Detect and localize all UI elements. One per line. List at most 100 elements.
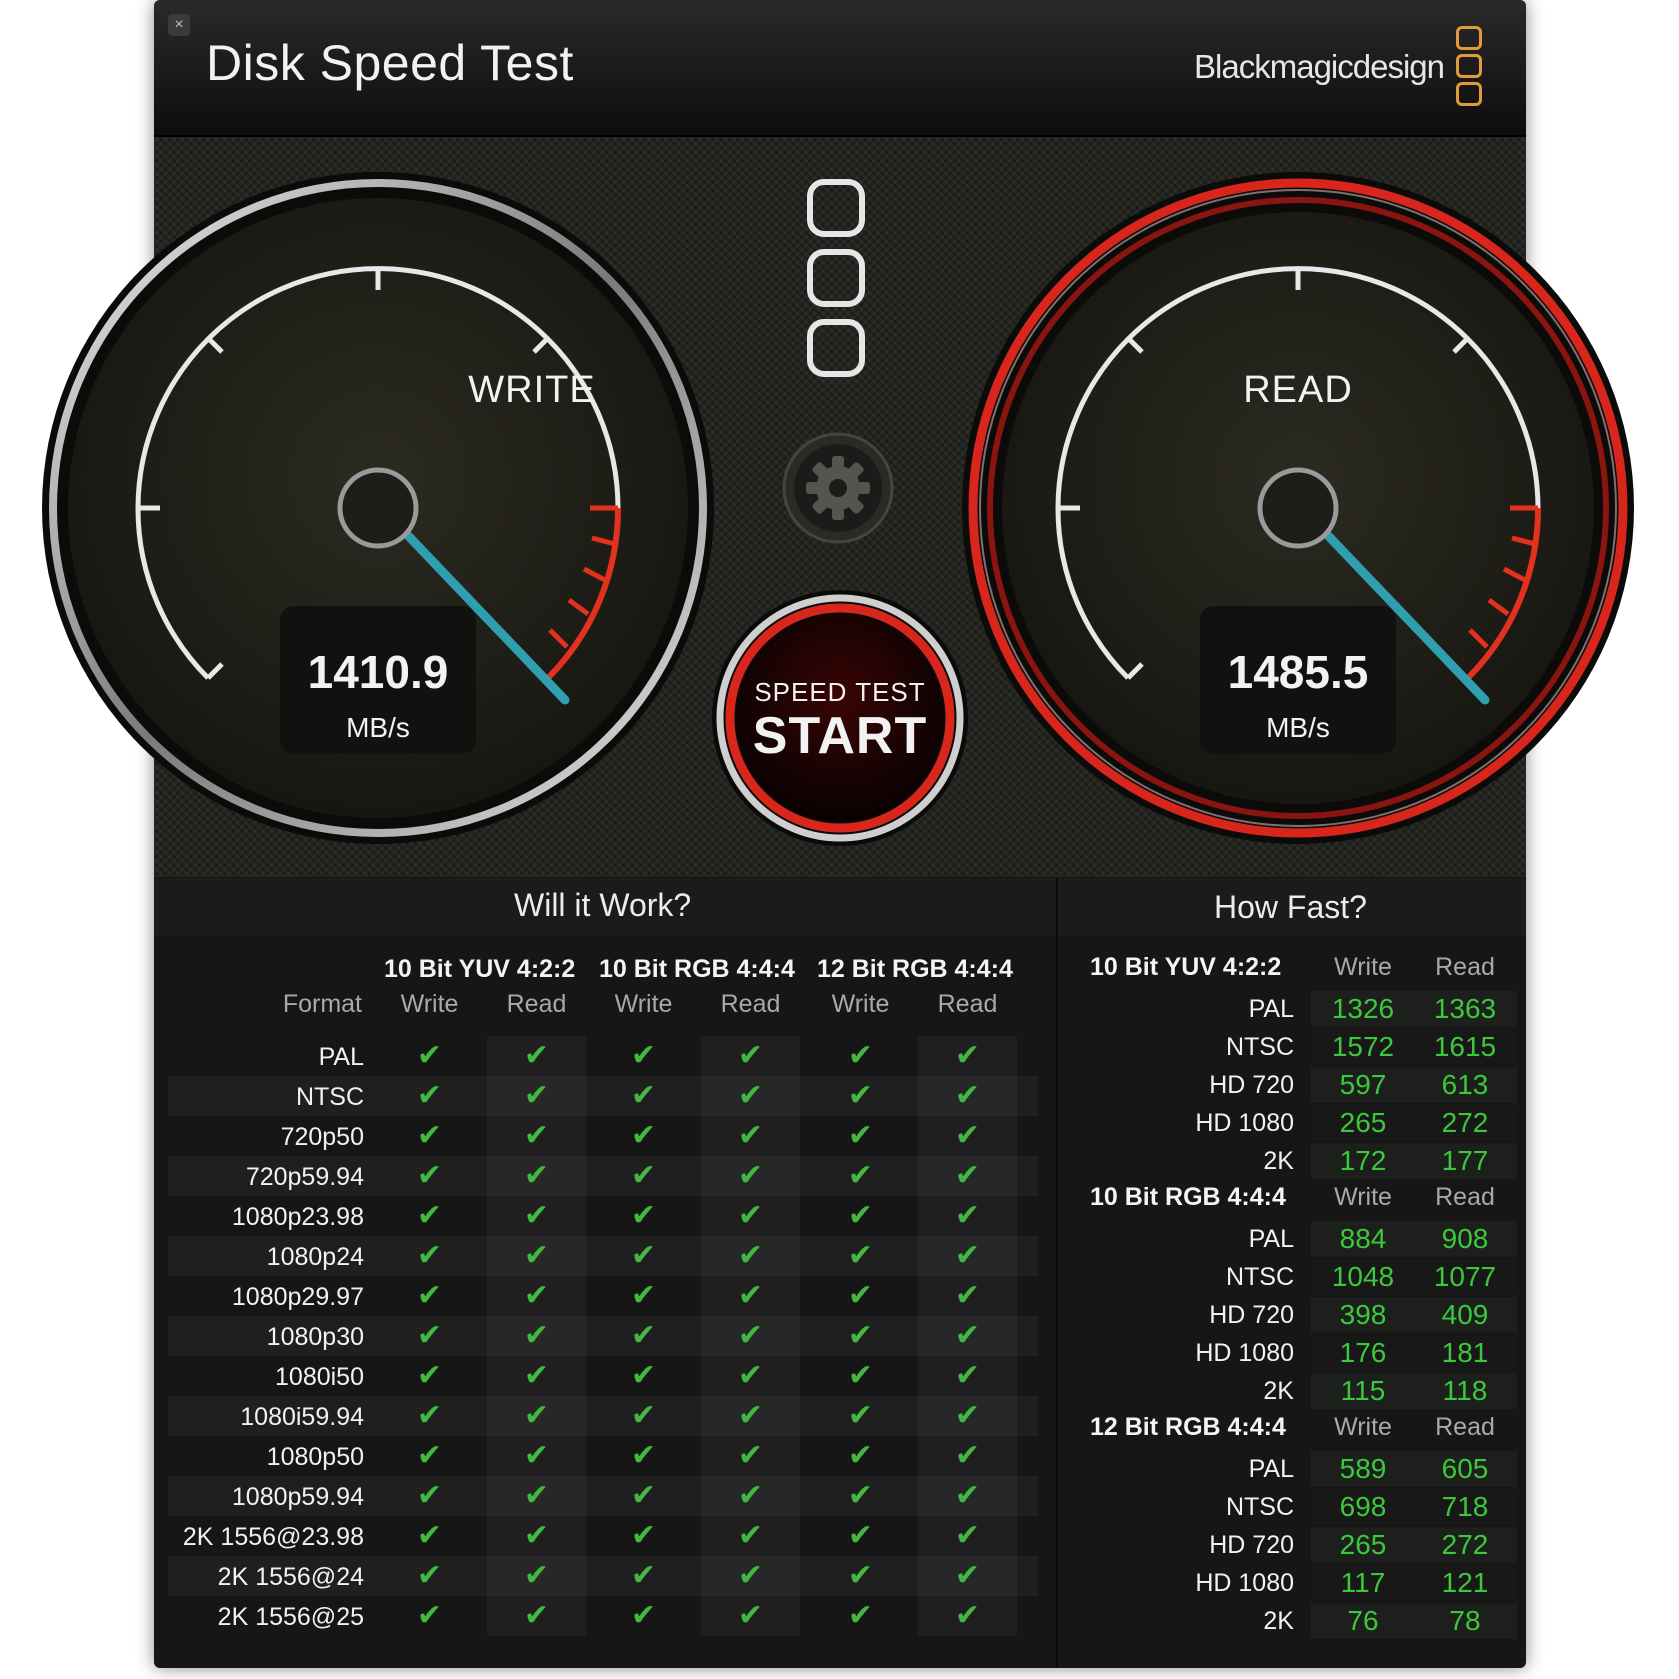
checkmark-icon: ✔: [847, 1359, 874, 1392]
format-label: 2K 1556@25: [217, 1603, 364, 1631]
how-fast-section-header: 12 Bit RGB 4:4:4: [1090, 1413, 1286, 1441]
checkmark-icon: ✔: [523, 1399, 550, 1432]
how-fast-read-header: Read: [1435, 953, 1495, 981]
checkmark-icon: ✔: [416, 1159, 443, 1192]
format-label: 1080p50: [266, 1443, 364, 1471]
write-gauge-label: WRITE: [468, 369, 596, 411]
how-fast-read-header: Read: [1435, 1413, 1495, 1441]
read-speed-cell: 718: [1441, 1491, 1489, 1522]
checkmark-icon: ✔: [416, 1599, 443, 1632]
checkmark-icon: ✔: [954, 1359, 981, 1392]
checkmark-icon: ✔: [737, 1159, 764, 1192]
checkmark-icon: ✔: [416, 1079, 443, 1112]
checkmark-icon: ✔: [523, 1239, 550, 1272]
write-speed-cell: 398: [1339, 1299, 1387, 1330]
checkmark-icon: ✔: [523, 1519, 550, 1552]
start-button[interactable]: SPEED TEST START: [736, 614, 944, 822]
checkmark-icon: ✔: [630, 1519, 657, 1552]
checkmark-icon: ✔: [523, 1479, 550, 1512]
settings-button[interactable]: [782, 432, 894, 544]
checkmark-icon: ✔: [523, 1039, 550, 1072]
write-speed-cell: 698: [1339, 1491, 1387, 1522]
checkmark-icon: ✔: [737, 1319, 764, 1352]
checkmark-icon: ✔: [416, 1399, 443, 1432]
checkmark-icon: ✔: [630, 1279, 657, 1312]
checkmark-icon: ✔: [630, 1559, 657, 1592]
checkmark-icon: ✔: [737, 1479, 764, 1512]
write-speed-cell: 176: [1339, 1337, 1387, 1368]
checkmark-icon: ✔: [847, 1079, 874, 1112]
checkmark-icon: ✔: [416, 1119, 443, 1152]
checkmark-icon: ✔: [416, 1479, 443, 1512]
format-label: 1080p23.98: [231, 1203, 364, 1231]
read-speed-cell: 1615: [1433, 1031, 1497, 1062]
gear-icon: [806, 456, 870, 520]
checkmark-icon: ✔: [847, 1599, 874, 1632]
write-speed-cell: 1048: [1331, 1261, 1395, 1292]
write-speed-cell: 884: [1339, 1223, 1387, 1254]
checkmark-icon: ✔: [737, 1239, 764, 1272]
checkmark-icon: ✔: [523, 1199, 550, 1232]
checkmark-icon: ✔: [954, 1519, 981, 1552]
checkmark-icon: ✔: [954, 1199, 981, 1232]
checkmark-icon: ✔: [847, 1199, 874, 1232]
checkmark-icon: ✔: [630, 1079, 657, 1112]
how-fast-title: How Fast?: [1214, 889, 1367, 925]
checkmark-icon: ✔: [954, 1119, 981, 1152]
read-speed-cell: 121: [1441, 1567, 1489, 1598]
checkmark-icon: ✔: [737, 1359, 764, 1392]
write-speed-cell: 1572: [1331, 1031, 1395, 1062]
how-fast-read-header: Read: [1435, 1183, 1495, 1211]
will-it-work-col-header-3: Read: [720, 990, 781, 1018]
how-fast-format-label: 2K: [1263, 1377, 1294, 1405]
will-it-work-col-header-5: Read: [937, 990, 998, 1018]
checkmark-icon: ✔: [847, 1159, 874, 1192]
checkmark-icon: ✔: [847, 1039, 874, 1072]
checkmark-icon: ✔: [954, 1439, 981, 1472]
start-button-top-label: SPEED TEST: [754, 677, 926, 707]
checkmark-icon: ✔: [737, 1439, 764, 1472]
checkmark-icon: ✔: [630, 1399, 657, 1432]
checkmark-icon: ✔: [630, 1599, 657, 1632]
group-header-yuv422-10: 10 Bit YUV 4:2:2: [384, 955, 576, 983]
checkmark-icon: ✔: [630, 1039, 657, 1072]
checkmark-icon: ✔: [523, 1079, 550, 1112]
how-fast-write-header: Write: [1334, 953, 1392, 981]
checkmark-icon: ✔: [523, 1599, 550, 1632]
checkmark-icon: ✔: [416, 1239, 443, 1272]
write-speed-cell: 1326: [1331, 993, 1395, 1024]
checkmark-icon: ✔: [847, 1279, 874, 1312]
read-speed-cell: 605: [1441, 1453, 1489, 1484]
write-speed-cell: 589: [1339, 1453, 1387, 1484]
checkmark-icon: ✔: [630, 1359, 657, 1392]
checkmark-icon: ✔: [630, 1239, 657, 1272]
checkmark-icon: ✔: [847, 1479, 874, 1512]
read-speed-value: 1485.5: [1227, 646, 1369, 698]
how-fast-format-label: 2K: [1263, 1147, 1294, 1175]
checkmark-icon: ✔: [737, 1559, 764, 1592]
checkmark-icon: ✔: [954, 1599, 981, 1632]
how-fast-format-label: NTSC: [1225, 1263, 1294, 1291]
checkmark-icon: ✔: [523, 1439, 550, 1472]
format-label: 720p50: [280, 1123, 364, 1151]
read-speed-cell: 118: [1442, 1375, 1488, 1406]
checkmark-icon: ✔: [630, 1439, 657, 1472]
checkmark-icon: ✔: [954, 1559, 981, 1592]
how-fast-format-label: HD 720: [1209, 1301, 1294, 1329]
how-fast-format-label: PAL: [1248, 995, 1294, 1023]
write-speed-cell: 115: [1340, 1375, 1386, 1406]
checkmark-icon: ✔: [416, 1039, 443, 1072]
center-logo-icon: [807, 179, 865, 377]
checkmark-icon: ✔: [847, 1239, 874, 1272]
start-button-label: START: [752, 707, 928, 765]
checkmark-icon: ✔: [523, 1159, 550, 1192]
checkmark-icon: ✔: [416, 1439, 443, 1472]
checkmark-icon: ✔: [737, 1039, 764, 1072]
write-speed-value: 1410.9: [307, 646, 449, 698]
how-fast-format-label: HD 1080: [1195, 1339, 1294, 1367]
checkmark-icon: ✔: [416, 1359, 443, 1392]
how-fast-format-label: PAL: [1248, 1455, 1294, 1483]
how-fast-format-label: HD 1080: [1195, 1569, 1294, 1597]
how-fast-write-header: Write: [1334, 1413, 1392, 1441]
will-it-work-col-header-1: Read: [506, 990, 567, 1018]
